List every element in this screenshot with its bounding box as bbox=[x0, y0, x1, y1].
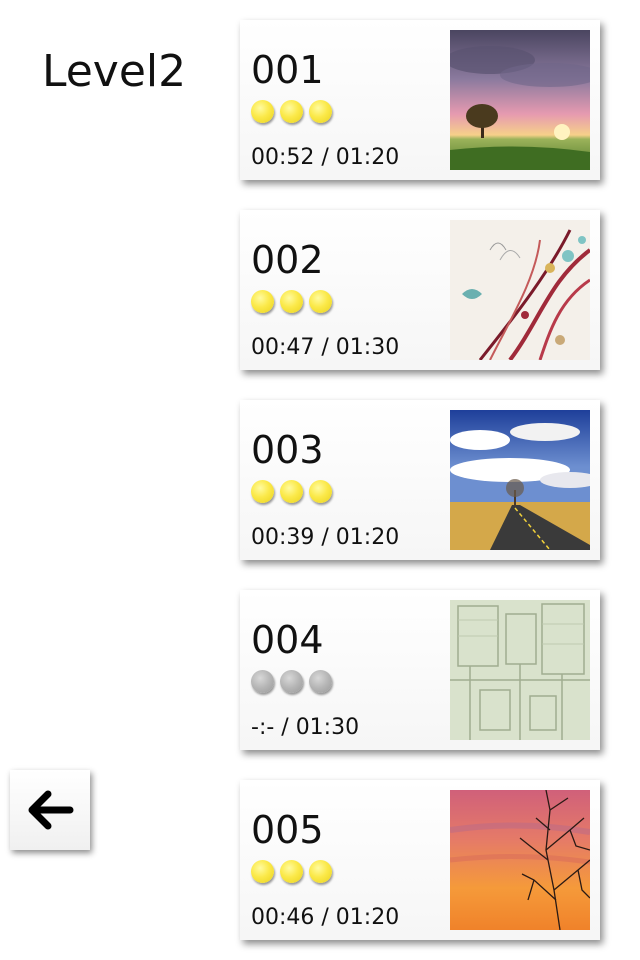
star-earned-icon bbox=[280, 100, 303, 123]
sunset-tree-field-image bbox=[450, 30, 590, 170]
level-thumbnail bbox=[450, 790, 590, 930]
star-rating bbox=[251, 480, 332, 503]
level-time: -:- / 01:30 bbox=[251, 715, 360, 740]
star-earned-icon bbox=[280, 860, 303, 883]
arrow-left-icon bbox=[28, 790, 74, 830]
star-earned-icon bbox=[251, 860, 274, 883]
level-number: 004 bbox=[251, 618, 324, 662]
level-time: 00:46 / 01:20 bbox=[251, 905, 400, 930]
star-earned-icon bbox=[309, 860, 332, 883]
level-thumbnail bbox=[450, 600, 590, 740]
level-card-004[interactable]: 004 -:- / 01:30 bbox=[240, 590, 600, 750]
level-thumbnail bbox=[450, 30, 590, 170]
star-earned-icon bbox=[251, 480, 274, 503]
star-earned-icon bbox=[309, 480, 332, 503]
level-card-002[interactable]: 002 00:47 / 01:30 bbox=[240, 210, 600, 370]
star-earned-icon bbox=[251, 100, 274, 123]
star-empty-icon bbox=[309, 670, 332, 693]
page-title: Level2 bbox=[42, 46, 187, 97]
level-number: 002 bbox=[251, 238, 324, 282]
orange-sunset-branches-image bbox=[450, 790, 590, 930]
level-time: 00:39 / 01:20 bbox=[251, 525, 400, 550]
star-empty-icon bbox=[251, 670, 274, 693]
level-number: 003 bbox=[251, 428, 324, 472]
star-rating bbox=[251, 860, 332, 883]
star-rating bbox=[251, 100, 332, 123]
star-rating bbox=[251, 670, 332, 693]
star-empty-icon bbox=[280, 670, 303, 693]
level-card-003[interactable]: 003 00:39 / 01:20 bbox=[240, 400, 600, 560]
star-rating bbox=[251, 290, 332, 313]
level-number: 005 bbox=[251, 808, 324, 852]
floral-swirl-art-image bbox=[450, 220, 590, 360]
road-cloudy-sky-image bbox=[450, 410, 590, 550]
star-earned-icon bbox=[309, 100, 332, 123]
faded-industrial-machinery-image bbox=[450, 600, 590, 740]
star-earned-icon bbox=[280, 480, 303, 503]
back-button[interactable] bbox=[10, 770, 90, 850]
star-earned-icon bbox=[280, 290, 303, 313]
level-card-005[interactable]: 005 00:46 / 01:20 bbox=[240, 780, 600, 940]
star-earned-icon bbox=[309, 290, 332, 313]
level-thumbnail bbox=[450, 410, 590, 550]
level-number: 001 bbox=[251, 48, 324, 92]
level-thumbnail bbox=[450, 220, 590, 360]
level-time: 00:52 / 01:20 bbox=[251, 145, 400, 170]
star-earned-icon bbox=[251, 290, 274, 313]
level-time: 00:47 / 01:30 bbox=[251, 335, 400, 360]
level-card-001[interactable]: 001 00:52 / 01:20 bbox=[240, 20, 600, 180]
